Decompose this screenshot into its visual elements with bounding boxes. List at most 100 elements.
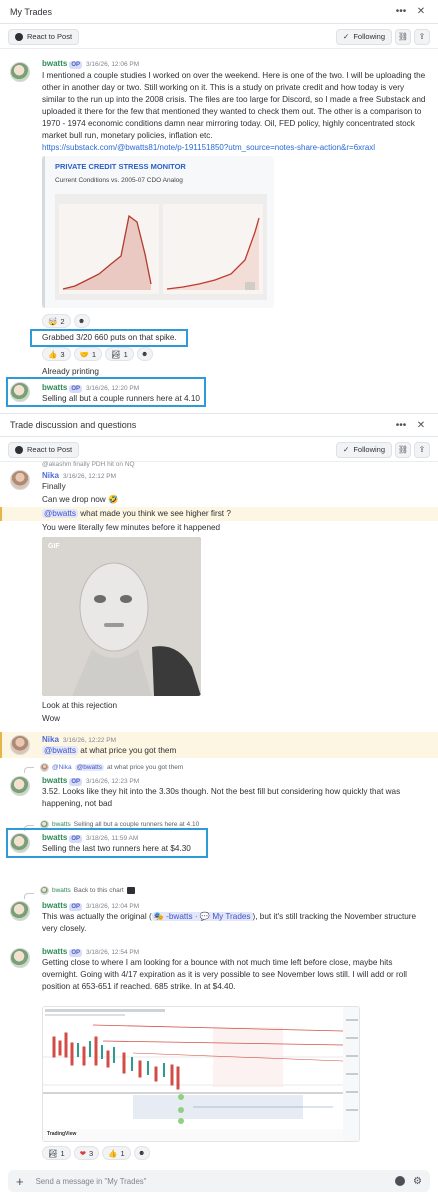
following-label: Following — [353, 445, 385, 454]
message-text: Selling all but a couple runners here at… — [42, 394, 200, 403]
message-header: bwatts OP 3/18/26, 11:59 AM — [42, 832, 138, 843]
reaction-count: 3 — [60, 349, 65, 359]
plus-icon[interactable]: + — [16, 1174, 24, 1189]
author-name[interactable]: Nika — [42, 735, 59, 744]
add-reaction-icon[interactable]: ☻ — [133, 1146, 150, 1160]
avatar — [40, 886, 49, 895]
message-text: Look at this rejection — [42, 701, 118, 710]
reply-text: Back to this chart — [73, 887, 124, 894]
message-text: Wow — [42, 714, 61, 723]
reaction-chip[interactable]: 🤝 1 — [73, 347, 103, 361]
message-body: This was actually the original ( — [42, 912, 152, 921]
close-icon[interactable]: ✕ — [414, 418, 428, 432]
timestamp: 3/16/26, 12:06 PM — [86, 61, 140, 68]
share-icon[interactable]: ⇪ — [414, 28, 430, 45]
smile-icon — [15, 445, 23, 454]
reply-preview[interactable]: @Nika @bwatts at what price you got them — [40, 763, 183, 772]
message-text: I mentioned a couple studies I worked on… — [42, 71, 426, 140]
message-input[interactable]: Send a message in "My Trades" — [36, 1177, 389, 1186]
react-to-post-button[interactable]: React to Post — [8, 28, 80, 45]
user-mention: @bwatts — [74, 764, 104, 771]
bell-icon: ✓ — [343, 445, 350, 454]
message-composer[interactable]: + Send a message in "My Trades" ⚙ — [8, 1170, 430, 1192]
chart-attachment[interactable]: TradingView — [42, 1006, 360, 1142]
reaction-chip[interactable]: 🏞 1 — [42, 1146, 71, 1160]
avatar[interactable] — [10, 776, 30, 796]
reply-preview[interactable]: @akashm finally PDH hit on NQ — [42, 461, 135, 468]
message-text: @bwatts at what price you got them — [42, 745, 176, 757]
author-name[interactable]: bwatts — [42, 947, 67, 956]
user-mention[interactable]: @bwatts — [42, 509, 78, 518]
custom-emoji-icon: 🏞 — [111, 349, 121, 359]
reaction-bar: 🤯 2 ☻ — [42, 314, 90, 328]
message-text: Grabbed 3/20 660 puts on that spike. — [42, 333, 177, 342]
reaction-chip[interactable]: 👍 1 — [102, 1146, 131, 1160]
more-icon[interactable]: ••• — [394, 418, 408, 432]
message-text: Getting close to where I am looking for … — [42, 958, 407, 991]
react-to-post-button[interactable]: React to Post — [8, 441, 80, 458]
avatar[interactable] — [10, 382, 30, 402]
bell-icon: ✓ — [343, 32, 350, 41]
message-text: 3.52. Looks like they hit into the 3.30s… — [42, 787, 401, 808]
reaction-count: 1 — [91, 349, 97, 359]
thumbs-up-emoji-icon: 👍 — [48, 349, 58, 359]
reply-text: at what price you got them — [107, 764, 184, 771]
emoji-icon[interactable] — [395, 1176, 406, 1186]
close-icon[interactable]: ✕ — [414, 5, 428, 19]
avatar[interactable] — [10, 735, 30, 755]
react-to-post-label: React to Post — [27, 32, 73, 41]
avatar[interactable] — [10, 833, 30, 853]
message-header: bwatts OP 3/18/26, 12:54 PM — [42, 946, 139, 957]
reply-text: Selling all but a couple runners here at… — [73, 821, 200, 828]
gif-attachment[interactable]: GIF — [42, 537, 201, 696]
avatar[interactable] — [10, 470, 30, 490]
following-button[interactable]: ✓ Following — [336, 441, 392, 458]
reply-connector — [24, 767, 34, 773]
share-icon[interactable]: ⇪ — [414, 441, 430, 458]
author-name[interactable]: bwatts — [42, 383, 67, 392]
link-embed[interactable]: PRIVATE CREDIT STRESS MONITOR Current Co… — [42, 156, 274, 308]
reply-preview[interactable]: bwatts Back to this chart — [40, 886, 135, 895]
author-name[interactable]: bwatts — [42, 776, 67, 785]
smile-icon — [15, 32, 23, 41]
message-header: Nika 3/16/26, 12:12 PM — [42, 470, 116, 480]
user-mention[interactable]: @bwatts — [42, 746, 78, 755]
reply-author: bwatts — [52, 821, 71, 828]
thumbs-up-emoji-icon: 👍 — [108, 1148, 118, 1158]
apps-icon[interactable]: ⚙ — [413, 1176, 422, 1187]
avatar[interactable] — [10, 62, 30, 82]
author-name[interactable]: bwatts — [42, 833, 67, 842]
reaction-bar: 🏞 1 ❤ 3 👍 1 ☻ — [42, 1146, 150, 1160]
message-text: Finally — [42, 482, 66, 491]
avatar[interactable] — [10, 901, 30, 921]
op-badge: OP — [69, 903, 83, 911]
reply-author: @Nika — [52, 764, 72, 771]
more-icon[interactable]: ••• — [394, 5, 408, 19]
author-name[interactable]: bwatts — [42, 901, 67, 910]
add-reaction-icon[interactable]: ☻ — [136, 347, 153, 361]
reaction-chip[interactable]: 👍 3 — [42, 347, 71, 361]
following-button[interactable]: ✓ Following — [336, 28, 392, 45]
embed-image — [55, 194, 267, 300]
chip-channel: My Trades — [212, 912, 251, 921]
avatar[interactable] — [10, 948, 30, 968]
reaction-bar: 👍 3 🤝 1 🏞 1 ☻ — [42, 347, 153, 361]
reaction-chip[interactable]: 🤯 2 — [42, 314, 71, 328]
substack-link[interactable]: https://substack.com/@bwatts81/note/p-19… — [42, 142, 430, 154]
reaction-count: 1 — [120, 1148, 125, 1158]
heart-emoji-icon: ❤ — [79, 1148, 86, 1158]
gif-badge: GIF — [48, 543, 60, 550]
reaction-chip[interactable]: 🏞 1 — [105, 347, 134, 361]
message-header: bwatts OP 3/16/26, 12:20 PM — [42, 382, 139, 393]
add-reaction-icon[interactable]: ☻ — [73, 314, 90, 328]
channel-mention-chip[interactable]: 🎭 -bwatts · 💬 My Trades — [151, 912, 253, 921]
reaction-chip[interactable]: ❤ 3 — [73, 1146, 100, 1160]
message-header: bwatts OP 3/18/26, 12:04 PM — [42, 900, 139, 911]
message-text: This was actually the original (🎭 -bwatt… — [42, 911, 430, 935]
timestamp: 3/18/26, 11:59 AM — [86, 835, 139, 842]
link-icon[interactable]: ⛓ — [395, 28, 411, 45]
author-name[interactable]: bwatts — [42, 59, 67, 68]
image-icon — [126, 887, 135, 894]
link-icon[interactable]: ⛓ — [395, 441, 411, 458]
author-name[interactable]: Nika — [42, 471, 59, 480]
